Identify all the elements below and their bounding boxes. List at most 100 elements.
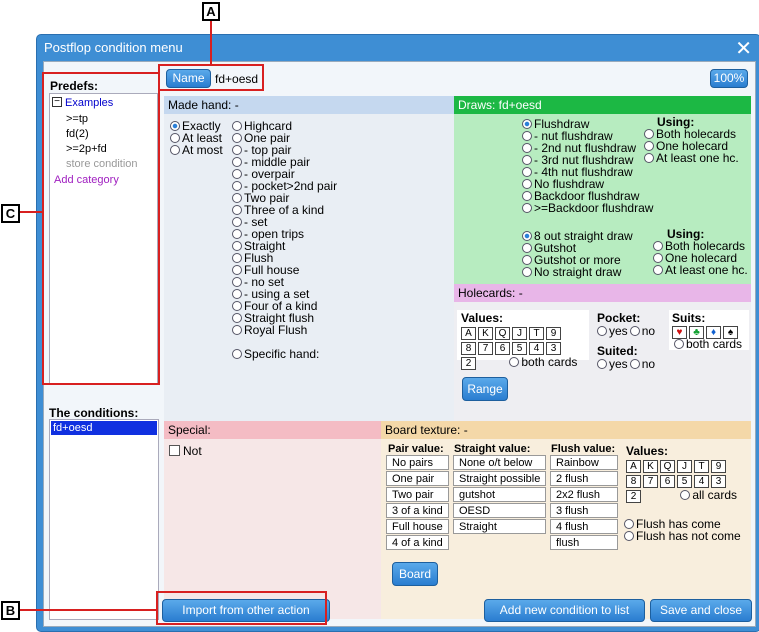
flush-value-cell[interactable]: 2x2 flush — [550, 487, 618, 502]
using-option[interactable]: At least one hc. — [644, 152, 739, 164]
pocket-yes[interactable]: yes — [609, 324, 628, 338]
rank-chip[interactable]: 6 — [495, 342, 510, 355]
flush-value-cell[interactable]: Rainbow — [550, 455, 618, 470]
callout-label-c: C — [1, 204, 20, 223]
radio-icon[interactable] — [170, 121, 180, 131]
rank-row: AKQJT9 — [461, 325, 563, 340]
callout-label-a: A — [202, 2, 220, 21]
flush-value-cell[interactable]: flush — [550, 535, 618, 550]
rank-chip[interactable]: K — [478, 327, 493, 340]
rank-chip[interactable]: T — [529, 327, 544, 340]
range-button[interactable]: Range — [462, 377, 508, 401]
zoom-button[interactable]: 100% — [710, 69, 748, 88]
rank-chip[interactable]: 9 — [546, 327, 561, 340]
rank-chip[interactable]: 7 — [478, 342, 493, 355]
radio-icon[interactable] — [170, 145, 180, 155]
using-options-flush: Both holecards One holecard At least one… — [644, 128, 739, 164]
rank-row: 2 both cards — [461, 355, 577, 370]
special-panel: Special: Not — [164, 421, 381, 619]
flush-value-cell[interactable]: 4 flush — [550, 519, 618, 534]
checkbox-icon[interactable] — [169, 445, 180, 456]
rank-chip[interactable]: 5 — [512, 342, 527, 355]
suited-label: Suited: — [597, 344, 638, 358]
rank-chip[interactable]: 8 — [461, 342, 476, 355]
highlight-box-predefs — [42, 72, 160, 385]
pocket-options: yes no — [597, 325, 655, 337]
rank-chip[interactable]: 5 — [677, 475, 692, 488]
title-bar[interactable]: Postflop condition menu ✕ — [37, 35, 759, 61]
rank-chip[interactable]: A — [461, 327, 476, 340]
flush-has-not-come-option[interactable]: Flush has not come — [624, 530, 741, 542]
flush-value-cell[interactable]: 3 flush — [550, 503, 618, 518]
made-hand-modes: Exactly At least At most — [170, 120, 223, 156]
straight-value-cell[interactable]: OESD — [453, 503, 547, 518]
pair-value-cell[interactable]: Full house — [386, 519, 449, 534]
all-cards-option[interactable]: all cards — [680, 488, 737, 502]
pair-value-cell[interactable]: No pairs — [386, 455, 449, 470]
pair-value-cell[interactable]: 3 of a kind — [386, 503, 449, 518]
callout-line-c — [20, 211, 42, 213]
made-hand-option[interactable]: Royal Flush — [232, 324, 337, 336]
straight-draw-options: 8 out straight draw Gutshot Gutshot or m… — [522, 230, 633, 278]
pair-value-cell[interactable]: Two pair — [386, 487, 449, 502]
suited-yes[interactable]: yes — [609, 357, 628, 371]
pair-value-cell[interactable]: One pair — [386, 471, 449, 486]
rank-chip[interactable]: K — [643, 460, 658, 473]
add-condition-button[interactable]: Add new condition to list — [484, 599, 645, 622]
rank-chip[interactable]: 8 — [626, 475, 641, 488]
rank-chip[interactable]: T — [694, 460, 709, 473]
pair-value-table: No pairs One pair Two pair 3 of a kind F… — [386, 454, 449, 551]
straight-value-cell[interactable]: Straight — [453, 519, 547, 534]
board-texture-panel: Board texture: - Pair value: No pairs On… — [381, 421, 751, 619]
callout-line-a — [210, 20, 212, 65]
window-title: Postflop condition menu — [44, 40, 183, 55]
close-icon[interactable]: ✕ — [735, 36, 752, 61]
rank-chip[interactable]: J — [512, 327, 527, 340]
suits-label: Suits: — [672, 311, 706, 325]
rank-chip[interactable]: 3 — [711, 475, 726, 488]
rank-chip[interactable]: 2 — [461, 357, 476, 370]
rank-chip[interactable]: 2 — [626, 490, 641, 503]
straight-value-cell[interactable]: gutshot — [453, 487, 547, 502]
flush-value-cell[interactable]: 2 flush — [550, 471, 618, 486]
made-hand-panel: Made hand: - Exactly At least At most Hi… — [164, 96, 454, 421]
straight-draw-option[interactable]: No straight draw — [522, 266, 633, 278]
board-button[interactable]: Board — [392, 562, 438, 586]
flush-draw-options: Flushdraw - nut flushdraw - 2nd nut flus… — [522, 118, 653, 214]
mode-at-most[interactable]: At most — [170, 144, 223, 156]
rank-chip[interactable]: 3 — [546, 342, 561, 355]
pocket-label: Pocket: — [597, 311, 641, 325]
values-label: Values: — [461, 311, 504, 325]
board-rank-row: 876543 — [626, 473, 728, 488]
rank-chip[interactable]: 4 — [694, 475, 709, 488]
rank-chip[interactable]: 7 — [643, 475, 658, 488]
suited-no[interactable]: no — [642, 357, 655, 371]
straight-value-cell[interactable]: None o/t below — [453, 455, 547, 470]
radio-icon[interactable] — [170, 133, 180, 143]
both-cards-option[interactable]: both cards — [509, 355, 577, 369]
rank-chip[interactable]: Q — [495, 327, 510, 340]
specific-hand-option[interactable]: Specific hand: — [232, 348, 337, 360]
flush-value-table: Rainbow 2 flush 2x2 flush 3 flush 4 flus… — [550, 454, 618, 551]
rank-chip[interactable]: J — [677, 460, 692, 473]
condition-item-selected[interactable]: fd+oesd — [51, 421, 157, 435]
rank-chip[interactable]: 6 — [660, 475, 675, 488]
suits-both-cards-option[interactable]: both cards — [674, 338, 742, 350]
rank-chip[interactable]: A — [626, 460, 641, 473]
conditions-list[interactable]: fd+oesd — [49, 419, 159, 620]
pair-value-cell[interactable]: 4 of a kind — [386, 535, 449, 550]
made-hand-header: Made hand: - — [164, 96, 454, 114]
using-option[interactable]: At least one hc. — [653, 264, 748, 276]
rank-chip[interactable]: 4 — [529, 342, 544, 355]
draws-header: Draws: fd+oesd — [454, 96, 751, 114]
mode-label: At most — [182, 143, 223, 157]
flush-draw-option[interactable]: >=Backdoor flushdraw — [522, 202, 653, 214]
save-close-button[interactable]: Save and close — [650, 599, 752, 622]
rank-chip[interactable]: Q — [660, 460, 675, 473]
pocket-no[interactable]: no — [642, 324, 655, 338]
rank-chip[interactable]: 9 — [711, 460, 726, 473]
straight-value-cell[interactable]: Straight possible — [453, 471, 547, 486]
callout-line-b — [19, 609, 157, 611]
not-checkbox[interactable]: Not — [169, 445, 202, 457]
draws-panel: Draws: fd+oesd Flushdraw - nut flushdraw… — [454, 96, 751, 284]
